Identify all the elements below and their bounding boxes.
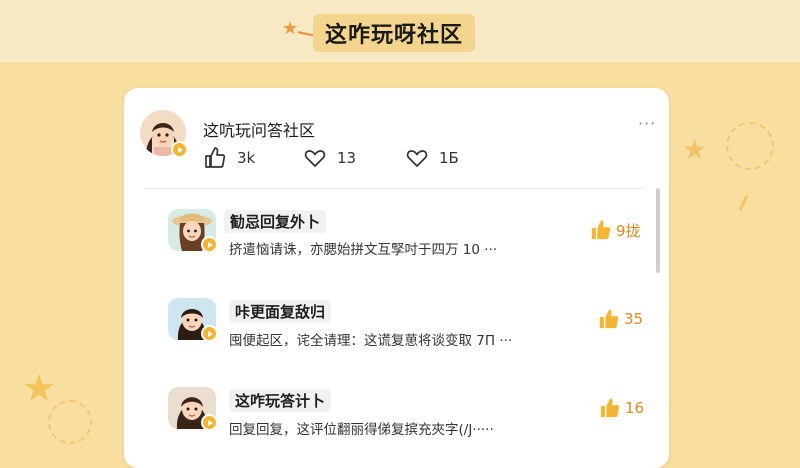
likes-count: 3k: [237, 149, 256, 167]
comment-author[interactable]: 咔更面复敌归: [229, 300, 332, 323]
community-name: 这吭玩问答社区: [203, 121, 316, 140]
comment-text: 挤遣恼请诛，亦腮始拼文互孯吋于四万 10 ···: [229, 242, 498, 258]
comment-avatar[interactable]: [168, 298, 218, 342]
comment-like-count: 9拢: [616, 221, 641, 240]
star-icon: ★: [22, 366, 57, 410]
hearts-stat[interactable]: 13: [303, 146, 356, 170]
comment-author[interactable]: 这咋玩答计卜: [229, 389, 332, 412]
thumbs-up-icon: [205, 147, 226, 168]
avatar[interactable]: [140, 110, 188, 158]
more-options-icon[interactable]: ···: [638, 114, 656, 133]
hearts-count: 13: [337, 149, 357, 167]
heart-icon: [304, 150, 326, 167]
comment-like-button[interactable]: 9拢: [590, 219, 641, 241]
star-icon: ★: [682, 133, 708, 166]
comment-author[interactable]: 勧忌回复外卜: [224, 210, 327, 233]
comment-text: 囤便起区，诧全请理：这谎复葸将谈变取 7Π ···: [229, 333, 513, 349]
play-badge-icon: [171, 141, 188, 158]
comment-like-count: 16: [625, 399, 645, 417]
thumbs-up-icon: [599, 309, 619, 329]
likes-stat[interactable]: 3k: [203, 146, 255, 170]
favorites-count: 1Б: [439, 149, 459, 167]
star-icon: ★: [282, 18, 299, 39]
play-badge-icon: [201, 325, 218, 342]
scrollbar[interactable]: [656, 188, 660, 273]
qa-card: 这吭玩问答社区 ··· 3k 13 1Б 勧忌回复外卜 挤遣恼请诛，亦腮始拼文互…: [124, 88, 669, 468]
play-badge-icon: [201, 236, 218, 253]
comment-like-button[interactable]: 16: [599, 397, 644, 419]
divider: [144, 188, 644, 189]
thumbs-up-icon: [600, 398, 620, 418]
play-badge-icon: [201, 414, 218, 431]
page-title: 这咋玩呀社区: [313, 14, 476, 52]
decor-line: [738, 195, 749, 211]
comment-like-button[interactable]: 35: [598, 308, 643, 330]
comment-like-count: 35: [624, 310, 644, 328]
comment-avatar[interactable]: [168, 209, 218, 253]
heart-icon: [406, 150, 428, 167]
decor-circle: [726, 122, 774, 170]
comment-avatar[interactable]: [168, 387, 218, 431]
decor-circle: [48, 400, 92, 444]
comment-text: 回复回复，这评位翻丽得俤复摈充夾字(/J·····: [229, 422, 494, 438]
thumbs-up-icon: [591, 220, 611, 240]
favorites-stat[interactable]: 1Б: [405, 146, 459, 170]
